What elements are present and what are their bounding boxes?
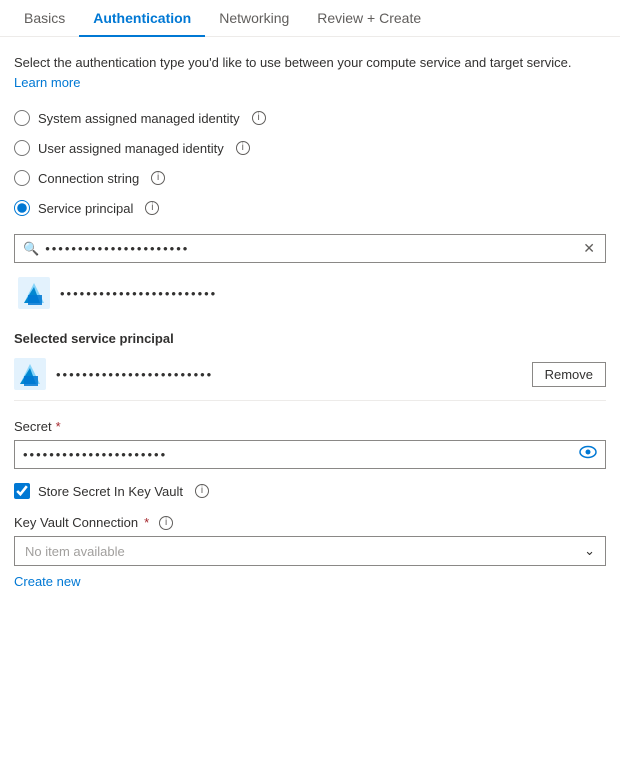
user-assigned-info-icon[interactable]: i [236,141,250,155]
kv-info-icon[interactable]: i [159,516,173,530]
secret-field-section: Secret * [14,419,606,469]
tab-basics[interactable]: Basics [10,0,79,36]
radio-service-principal-input[interactable] [14,200,30,216]
sp-result-name: •••••••••••••••••••••••• [60,286,217,301]
store-secret-info-icon[interactable]: i [195,484,209,498]
selected-sp-name: •••••••••••••••••••••••• [56,367,522,382]
main-content: Select the authentication type you'd lik… [0,37,620,605]
tab-bar: Basics Authentication Networking Review … [0,0,620,37]
radio-system-assigned[interactable]: System assigned managed identity i [14,110,606,126]
search-icon: 🔍 [23,241,39,257]
kv-connection-dropdown[interactable]: No item available ⌄ [14,536,606,566]
selected-section-title: Selected service principal [14,331,606,346]
kv-dropdown-value: No item available [25,544,584,559]
sp-search-box[interactable]: 🔍 ✕ [14,234,606,263]
radio-service-principal-label: Service principal [38,201,133,216]
radio-connection-string-input[interactable] [14,170,30,186]
description-text: Select the authentication type you'd lik… [14,53,606,92]
sp-search-result-item[interactable]: •••••••••••••••••••••••• [14,271,606,315]
selected-sp-icon [14,358,46,390]
radio-user-assigned-label: User assigned managed identity [38,141,224,156]
tab-networking[interactable]: Networking [205,0,303,36]
search-clear-button[interactable]: ✕ [581,240,597,257]
store-secret-row[interactable]: Store Secret In Key Vault i [14,483,606,499]
tab-review-create[interactable]: Review + Create [303,0,435,36]
radio-system-assigned-label: System assigned managed identity [38,111,240,126]
radio-connection-string-label: Connection string [38,171,139,186]
kv-required-star: * [144,515,149,530]
create-new-link[interactable]: Create new [14,574,80,589]
secret-input-wrap[interactable] [14,440,606,469]
secret-required-star: * [56,419,61,434]
tab-authentication[interactable]: Authentication [79,0,205,36]
auth-type-radio-group: System assigned managed identity i User … [14,110,606,216]
secret-reveal-button[interactable] [571,441,605,468]
kv-connection-label: Key Vault Connection [14,515,138,530]
secret-input[interactable] [15,441,571,468]
store-secret-label: Store Secret In Key Vault [38,484,183,499]
selected-sp-section: Selected service principal •••••••••••••… [14,331,606,401]
sp-search-input[interactable] [45,241,581,256]
radio-user-assigned[interactable]: User assigned managed identity i [14,140,606,156]
radio-system-assigned-input[interactable] [14,110,30,126]
eye-icon [579,445,597,459]
learn-more-link[interactable]: Learn more [14,75,80,90]
selected-sp-item: •••••••••••••••••••••••• Remove [14,358,606,401]
chevron-down-icon: ⌄ [584,543,595,559]
remove-sp-button[interactable]: Remove [532,362,606,387]
store-secret-checkbox[interactable] [14,483,30,499]
sp-result-icon [18,277,50,309]
secret-field-label: Secret * [14,419,606,434]
system-assigned-info-icon[interactable]: i [252,111,266,125]
radio-connection-string[interactable]: Connection string i [14,170,606,186]
service-principal-info-icon[interactable]: i [145,201,159,215]
connection-string-info-icon[interactable]: i [151,171,165,185]
radio-service-principal[interactable]: Service principal i [14,200,606,216]
radio-user-assigned-input[interactable] [14,140,30,156]
kv-label-row: Key Vault Connection * i [14,515,606,530]
